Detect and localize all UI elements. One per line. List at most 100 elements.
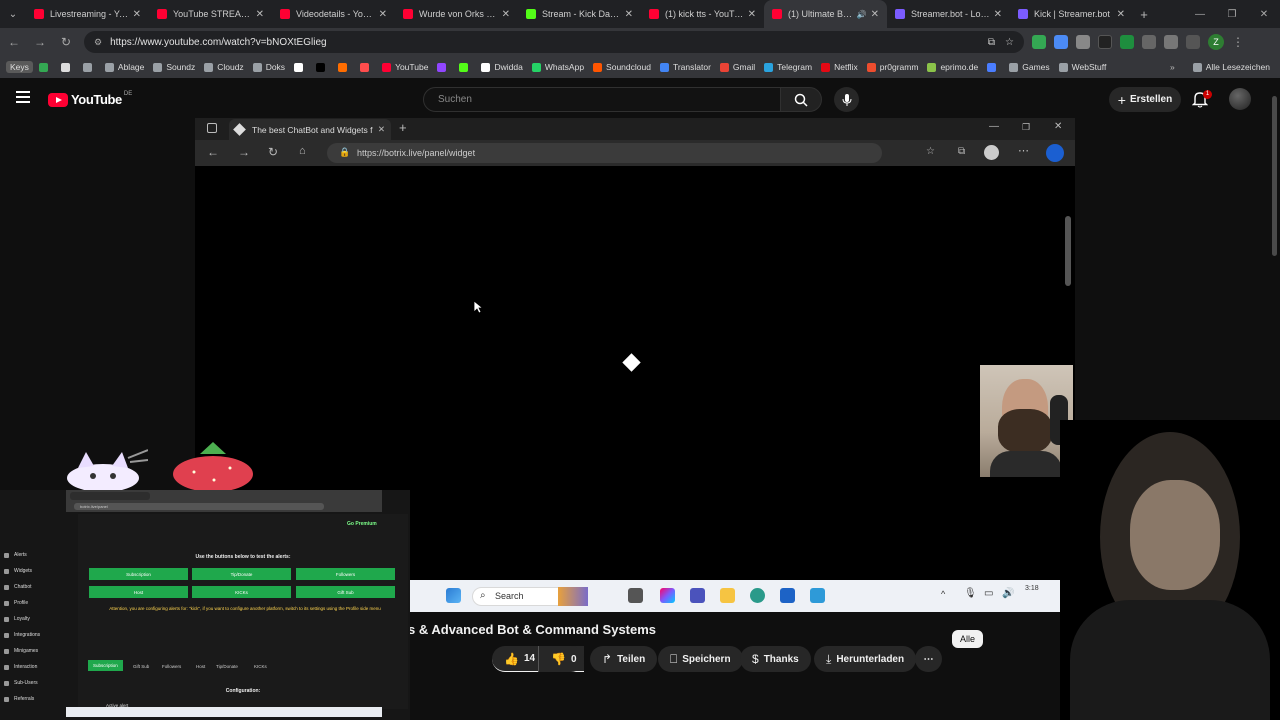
- folder-icon: [1192, 62, 1202, 72]
- close-tab-icon[interactable]: ✕: [256, 9, 264, 20]
- bookmark-item[interactable]: [316, 62, 329, 72]
- all-bookmarks-link[interactable]: Alle Lesezeichen: [1206, 62, 1270, 72]
- browser-tab[interactable]: Streamer.bot - Logge ✕: [887, 0, 1010, 28]
- mini-sidebar-item: Loyalty: [4, 616, 30, 622]
- close-tab-icon[interactable]: ✕: [625, 9, 633, 20]
- extension-icon[interactable]: [1032, 35, 1046, 49]
- speaker-icon[interactable]: 🔊: [857, 10, 867, 19]
- extension-icon[interactable]: [1142, 35, 1156, 49]
- menu-kebab-icon[interactable]: ⋮: [1226, 30, 1250, 54]
- close-tab-icon[interactable]: ✕: [748, 9, 756, 20]
- browser-tab[interactable]: Livestreaming - YouT ✕: [26, 0, 149, 28]
- bookmark-item[interactable]: Telegram: [764, 62, 812, 72]
- install-app-icon[interactable]: ⧉: [988, 37, 995, 48]
- close-tab-icon[interactable]: ✕: [133, 9, 141, 20]
- mini-sidebar-item: Profile: [4, 600, 28, 606]
- play-logo-icon: [48, 92, 68, 107]
- bookmark-item[interactable]: Soundcloud: [593, 62, 651, 72]
- cat-mascot-image: [67, 449, 148, 492]
- more-icon: ⋯: [923, 653, 934, 665]
- hamburger-menu-icon[interactable]: [16, 91, 30, 106]
- close-tab-icon[interactable]: ✕: [871, 9, 879, 20]
- bookmark-item[interactable]: Netflix: [821, 62, 858, 72]
- forward-icon[interactable]: →: [28, 30, 52, 54]
- windows-taskbar: ⌕ Search ^ 🎙 ▭ 🔊 3:18: [408, 580, 1073, 612]
- youtube-logo[interactable]: YouTube DE: [48, 91, 132, 107]
- mini-warning: Attention, you are configuring alerts fo…: [109, 606, 381, 611]
- extension-icon[interactable]: [1054, 35, 1068, 49]
- bookmark-item[interactable]: Ablage: [104, 62, 144, 72]
- bookmark-item[interactable]: [338, 62, 351, 72]
- mini-sidebar-icon: [4, 632, 9, 638]
- bookmark-item[interactable]: [459, 62, 472, 72]
- save-button[interactable]: ⎕ Speichern: [658, 646, 743, 672]
- bookmark-item[interactable]: eprimo.de: [927, 62, 978, 72]
- voice-search-button[interactable]: [834, 87, 859, 112]
- thanks-button[interactable]: $ Thanks: [740, 646, 811, 672]
- browser-tab[interactable]: Kick | Streamer.bot ✕: [1010, 0, 1133, 28]
- media-controls-icon[interactable]: [1186, 35, 1200, 49]
- create-button[interactable]: + Erstellen: [1109, 87, 1181, 112]
- search-input[interactable]: Suchen: [423, 87, 781, 112]
- bookmark-item[interactable]: Doks: [252, 62, 285, 72]
- account-avatar[interactable]: [1229, 88, 1251, 110]
- network-icon: ▭: [984, 588, 994, 599]
- bookmark-item[interactable]: WebStuff: [1058, 62, 1106, 72]
- search-button[interactable]: [780, 87, 822, 112]
- extension-icon[interactable]: [1120, 35, 1134, 49]
- new-tab-button[interactable]: +: [1133, 7, 1155, 22]
- profile-avatar[interactable]: Z: [1208, 34, 1224, 50]
- bookmark-item[interactable]: Gmail: [719, 62, 755, 72]
- bookmark-item[interactable]: Soundz: [153, 62, 195, 72]
- browser-tab[interactable]: Stream - Kick Dashbo✕: [518, 0, 641, 28]
- edge-address-bar: 🔒 https://botrix.live/panel/widget: [327, 143, 882, 163]
- bookmark-item[interactable]: YouTube: [382, 62, 428, 72]
- bookmark-item[interactable]: [294, 62, 307, 72]
- reload-icon[interactable]: ↻: [54, 30, 78, 54]
- bookmark-item[interactable]: Cloudz: [204, 62, 244, 72]
- puzzle-icon[interactable]: [1164, 35, 1178, 49]
- bookmark-item[interactable]: [437, 62, 450, 72]
- extension-icon[interactable]: [1076, 35, 1090, 49]
- browser-tab[interactable]: Wurde von Orks aus ✕: [395, 0, 518, 28]
- bookmark-item[interactable]: WhatsApp: [531, 62, 584, 72]
- extension-icon[interactable]: [1098, 35, 1112, 49]
- bookmark-icon: [987, 62, 997, 72]
- download-button[interactable]: ⤓ Herunterladen: [814, 646, 917, 672]
- back-icon[interactable]: ←: [2, 30, 26, 54]
- extension-icon[interactable]: [38, 62, 48, 72]
- bookmark-icon: [437, 62, 447, 72]
- browser-tab[interactable]: (1) kick tts - YouTube ✕: [641, 0, 764, 28]
- browser-tab[interactable]: YouTube STREAM Elh✕: [149, 0, 272, 28]
- plus-icon: +: [1117, 91, 1126, 108]
- bookmark-star-icon[interactable]: ☆: [1005, 37, 1014, 48]
- bookmark-item[interactable]: Translator: [659, 62, 711, 72]
- close-tab-icon[interactable]: ✕: [502, 9, 510, 20]
- apps-grid-icon[interactable]: [82, 62, 92, 72]
- chevron-right-icon[interactable]: »: [1170, 62, 1175, 72]
- close-tab-icon[interactable]: ✕: [1117, 9, 1125, 20]
- browser-tab[interactable]: (1) Ultimate BotR 🔊 ✕: [764, 0, 887, 28]
- maximize-icon[interactable]: ❐: [1216, 0, 1248, 28]
- filter-chip-all[interactable]: Alle: [952, 630, 984, 648]
- share-button[interactable]: ↱ Teilen: [590, 646, 658, 672]
- bookmark-icon[interactable]: [60, 62, 70, 72]
- bookmark-item[interactable]: Dwidda: [481, 62, 523, 72]
- bookmark-item[interactable]: [360, 62, 373, 72]
- dislike-button[interactable]: 👎 0: [538, 646, 584, 672]
- browser-tab[interactable]: Videodetails - YouTu ✕: [272, 0, 395, 28]
- address-bar[interactable]: ⚙ https://www.youtube.com/watch?v=bNOXtE…: [84, 31, 1024, 53]
- edge-scrollbar: [1065, 216, 1071, 286]
- close-icon[interactable]: ✕: [1248, 0, 1280, 28]
- site-info-icon[interactable]: ⚙: [94, 37, 102, 48]
- bookmark-item[interactable]: Games: [1009, 62, 1050, 72]
- tab-search-icon[interactable]: ⌄: [0, 0, 26, 28]
- more-actions-button[interactable]: ⋯: [915, 646, 942, 672]
- bookmark-item[interactable]: [987, 62, 1000, 72]
- bookmark-icon: [316, 62, 326, 72]
- bookmark-keys[interactable]: Keys: [6, 61, 33, 73]
- minimize-icon[interactable]: —: [1184, 0, 1216, 28]
- bookmark-item[interactable]: pr0gramm: [866, 62, 918, 72]
- close-tab-icon[interactable]: ✕: [379, 9, 387, 20]
- close-tab-icon[interactable]: ✕: [994, 9, 1002, 20]
